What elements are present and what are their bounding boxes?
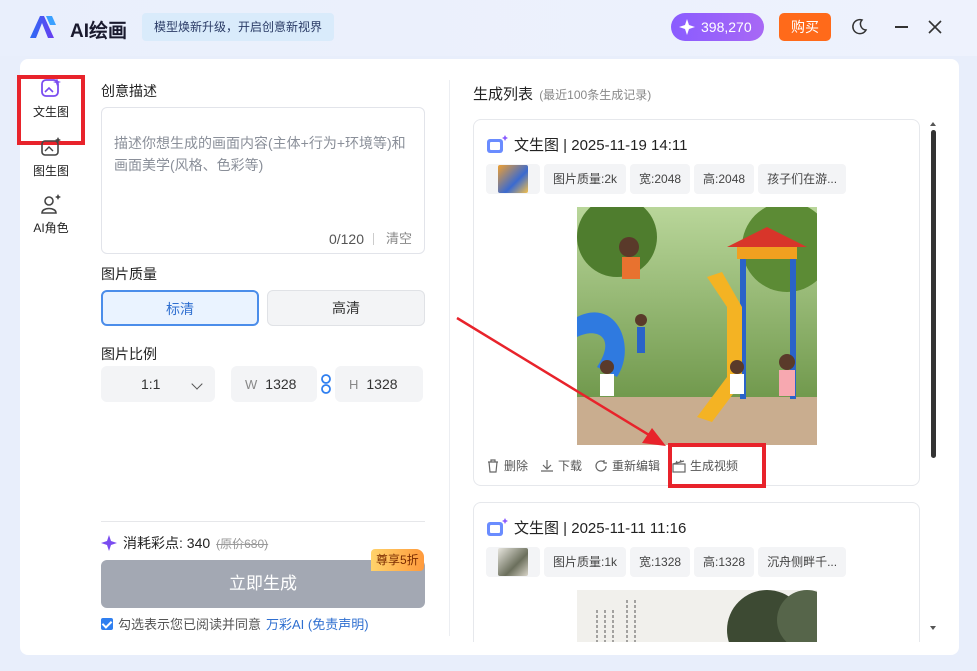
results-title-text: 生成列表 bbox=[473, 86, 534, 103]
width-key: W bbox=[245, 377, 258, 392]
card-header: 文生图 | 2025-11-19 14:11 bbox=[486, 134, 687, 155]
discount-badge: 尊享5折 bbox=[371, 549, 424, 571]
trash-icon bbox=[488, 458, 498, 473]
description-placeholder: 描述你想生成的画面内容(主体+行为+环境等)和画面美学(风格、色彩等) bbox=[114, 135, 406, 173]
width-value: 1328 bbox=[265, 376, 297, 392]
cost-info: 消耗彩点: 340 (原价680) bbox=[101, 533, 268, 553]
sparkle-icon bbox=[679, 19, 695, 35]
ai-character-icon bbox=[41, 194, 61, 214]
results-subtitle: (最近100条生成记录) bbox=[539, 88, 652, 102]
highlight-box bbox=[17, 75, 85, 145]
result-card: 文生图 | 2025-11-11 11:16 图片质量:1k 宽:1328 高:… bbox=[473, 502, 920, 642]
sidebar-item-label: AI角色 bbox=[33, 221, 69, 235]
app-title: AI绘画 bbox=[70, 21, 128, 42]
download-icon bbox=[541, 459, 554, 472]
divider bbox=[101, 521, 425, 522]
re-edit-label: 重新编辑 bbox=[612, 459, 661, 473]
results-title: 生成列表 (最近100条生成记录) bbox=[473, 83, 651, 104]
ratio-value: 1:1 bbox=[141, 376, 161, 392]
generated-image[interactable] bbox=[577, 207, 817, 445]
refresh-icon bbox=[595, 459, 608, 472]
thumbnail[interactable] bbox=[486, 164, 540, 194]
ai-logo-icon bbox=[30, 16, 56, 38]
card-title: 文生图 | 2025-11-11 11:16 bbox=[514, 520, 687, 537]
scroll-up-icon[interactable] bbox=[930, 122, 936, 126]
chip-prompt[interactable]: 沉舟侧畔千... bbox=[758, 547, 847, 577]
result-card: 文生图 | 2025-11-19 14:11 图片质量:2k 宽:2048 高:… bbox=[473, 119, 920, 486]
sidebar-item-label: 图生图 bbox=[32, 164, 69, 178]
card-chips: 图片质量:2k 宽:2048 高:2048 孩子们在游... bbox=[486, 164, 847, 194]
chip-height: 高:2048 bbox=[694, 164, 755, 194]
agreement: 勾选表示您已阅读并同意 万彩AI (免责声明) bbox=[101, 614, 369, 633]
title-bar: AI绘画 模型焕新升级，开启创意新视界 398,270 购买 bbox=[0, 0, 977, 56]
scrollbar-thumb[interactable] bbox=[931, 130, 936, 458]
card-chips: 图片质量:1k 宽:1328 高:1328 沉舟侧畔千... bbox=[486, 547, 847, 577]
text-to-image-icon bbox=[487, 134, 508, 153]
delete-button[interactable]: 删除 bbox=[486, 457, 528, 474]
chip-quality: 图片质量:1k bbox=[544, 547, 627, 577]
minimize-icon[interactable] bbox=[895, 26, 908, 28]
text-to-image-icon bbox=[487, 517, 508, 536]
generated-image[interactable] bbox=[577, 590, 817, 642]
moon-icon[interactable] bbox=[850, 18, 868, 36]
card-header: 文生图 | 2025-11-11 11:16 bbox=[486, 517, 686, 538]
agree-checkbox[interactable] bbox=[101, 617, 113, 630]
quality-label: 图片质量 bbox=[101, 266, 157, 282]
buy-button[interactable]: 购买 bbox=[779, 13, 831, 41]
quality-hd-button[interactable]: 高清 bbox=[267, 290, 425, 326]
divider bbox=[449, 80, 450, 636]
desc-label: 创意描述 bbox=[101, 83, 157, 99]
disclaimer-link[interactable]: 万彩AI (免责声明) bbox=[266, 614, 369, 633]
quality-standard-button[interactable]: 标清 bbox=[101, 290, 259, 326]
chip-height: 高:1328 bbox=[694, 547, 755, 577]
delete-label: 删除 bbox=[504, 459, 529, 473]
chip-width: 宽:1328 bbox=[630, 547, 691, 577]
promo-banner[interactable]: 模型焕新升级，开启创意新视界 bbox=[142, 13, 335, 41]
card-title: 文生图 | 2025-11-19 14:11 bbox=[514, 137, 688, 154]
thumbnail[interactable] bbox=[486, 547, 540, 577]
image-to-image-icon bbox=[41, 137, 61, 156]
sidebar-item-ai-character[interactable]: AI角色 bbox=[20, 193, 82, 236]
sparkle-icon bbox=[101, 535, 117, 551]
sidebar-item-image-to-image[interactable]: 图生图 bbox=[20, 136, 82, 179]
agree-text: 勾选表示您已阅读并同意 bbox=[118, 617, 262, 632]
points-value: 398,270 bbox=[701, 19, 752, 35]
download-button[interactable]: 下载 bbox=[540, 457, 582, 474]
divider bbox=[373, 233, 374, 245]
height-key: H bbox=[349, 377, 359, 392]
link-icon[interactable] bbox=[320, 374, 332, 394]
clear-button[interactable]: 清空 bbox=[386, 228, 412, 247]
ratio-select[interactable]: 1:1 bbox=[101, 366, 215, 402]
char-count: 0/120 bbox=[328, 231, 364, 247]
close-icon[interactable] bbox=[926, 18, 944, 36]
highlight-box bbox=[668, 443, 766, 488]
download-label: 下载 bbox=[558, 459, 583, 473]
chip-quality: 图片质量:2k bbox=[544, 164, 627, 194]
chip-width: 宽:2048 bbox=[630, 164, 691, 194]
height-value: 1328 bbox=[366, 376, 398, 392]
description-input[interactable]: 描述你想生成的画面内容(主体+行为+环境等)和画面美学(风格、色彩等) 0/12… bbox=[101, 107, 425, 254]
points-balance[interactable]: 398,270 bbox=[671, 13, 764, 41]
ratio-label: 图片比例 bbox=[101, 346, 157, 362]
sidebar-item-text-to-image[interactable]: 文生图 bbox=[17, 75, 85, 145]
height-field[interactable]: H 1328 bbox=[335, 366, 423, 402]
width-field[interactable]: W 1328 bbox=[231, 366, 317, 402]
chip-prompt[interactable]: 孩子们在游... bbox=[758, 164, 847, 194]
re-edit-button[interactable]: 重新编辑 bbox=[594, 457, 660, 474]
cost-original: (原价680) bbox=[216, 536, 269, 551]
cost-label: 消耗彩点: 340 bbox=[123, 535, 211, 551]
scroll-down-icon[interactable] bbox=[930, 626, 936, 630]
chevron-down-icon bbox=[191, 378, 203, 390]
